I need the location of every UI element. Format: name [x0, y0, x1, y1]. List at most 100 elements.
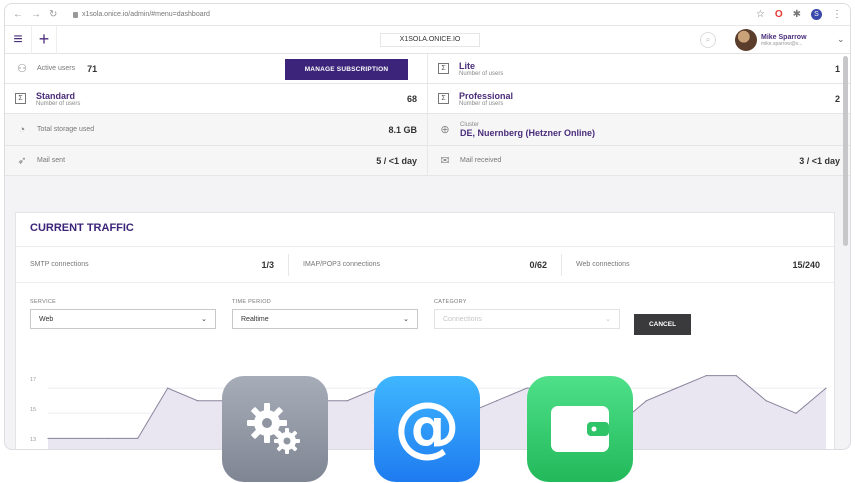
clock-icon: ◔ — [18, 123, 26, 136]
web-value: 15/240 — [792, 259, 820, 270]
smtp-label: SMTP connections — [30, 261, 89, 268]
gears-icon — [247, 403, 300, 454]
wallet-icon — [551, 406, 609, 452]
scrollbar[interactable] — [843, 56, 848, 246]
user-name: Mike Sparrow — [761, 33, 807, 41]
browser-toolbar: ← → ↻ x1sola.onice.io/admin/#menu=dashbo… — [5, 4, 850, 26]
data-point — [137, 437, 139, 440]
data-point — [735, 374, 737, 377]
manage-subscription-button[interactable]: MANAGE SUBSCRIPTION — [285, 59, 408, 80]
user-email: mike.sparrow@x... — [761, 40, 803, 47]
standard-value: 68 — [406, 93, 417, 104]
data-point — [795, 412, 797, 414]
period-label: TIME PERIOD — [232, 299, 272, 305]
y-tick: 17 — [30, 377, 37, 383]
profile-icon[interactable]: S — [811, 9, 822, 20]
y-tick: 13 — [30, 437, 37, 443]
user-menu[interactable]: Mike Sparrow mike.sparrow@x... — [735, 29, 807, 51]
mail-received-label: Mail received — [460, 157, 502, 164]
traffic-title: CURRENT TRAFFIC — [16, 213, 834, 247]
add-icon[interactable]: + — [31, 25, 57, 54]
data-point — [197, 400, 199, 402]
stats-row: ⚇ Active users 71 MANAGE SUBSCRIPTION Σ … — [5, 54, 850, 84]
data-point — [167, 387, 169, 389]
domain-selector[interactable]: X1SOLA.ONICE.IO — [380, 33, 480, 47]
mail-received-cell: ✉ Mail received 3 / <1 day — [427, 146, 850, 175]
lite-value: 1 — [834, 63, 840, 74]
data-point — [645, 400, 648, 402]
stats-panel: ⚇ Active users 71 MANAGE SUBSCRIPTION Σ … — [5, 54, 850, 176]
forward-icon[interactable]: → — [31, 9, 41, 20]
app-header: ≡ + X1SOLA.ONICE.IO ⌕ Mike Sparrow mike.… — [5, 25, 850, 54]
lock-icon — [73, 11, 78, 18]
data-point — [107, 437, 109, 440]
settings-app[interactable] — [222, 376, 328, 482]
chevron-down-icon: ⌄ — [201, 316, 207, 323]
active-users-value: 71 — [87, 63, 98, 74]
globe-icon: ⊕ — [440, 123, 450, 136]
storage-label: Total storage used — [37, 126, 95, 133]
cluster-value: DE, Nuernberg (Hetzner Online) — [460, 127, 596, 138]
cluster-cell: ⊕ Cluster DE, Nuernberg (Hetzner Online) — [427, 114, 850, 145]
smtp-value: 1/3 — [261, 259, 274, 270]
license-icon: Σ — [438, 63, 449, 74]
y-tick: 15 — [30, 407, 37, 413]
avatar[interactable] — [735, 29, 757, 51]
url-text: x1sola.onice.io/admin/#menu=dashboard — [82, 11, 210, 18]
data-point — [825, 387, 827, 389]
reload-icon[interactable]: ↻ — [49, 9, 57, 20]
opera-extension-icon[interactable]: O — [775, 9, 783, 20]
category-select[interactable]: Connections ⌄ — [434, 309, 620, 329]
mail-received-value: 3 / <1 day — [799, 155, 840, 166]
mail-app[interactable]: @ — [374, 376, 480, 482]
imap-label: IMAP/POP3 connections — [303, 261, 381, 268]
storage-value: 8.1 GB — [388, 124, 417, 135]
chevron-down-icon: ⌄ — [403, 316, 409, 323]
cancel-button[interactable]: CANCEL — [634, 314, 691, 335]
service-filter: SERVICE Web ⌄ — [30, 299, 216, 329]
service-label: SERVICE — [30, 299, 57, 305]
stats-row: ◔ Total storage used 8.1 GB ⊕ Cluster DE… — [5, 114, 850, 146]
data-point — [47, 437, 49, 440]
period-filter: TIME PERIOD Realtime ⌄ — [232, 299, 418, 329]
category-filter: CATEGORY Connections ⌄ — [434, 299, 620, 329]
back-icon[interactable]: ← — [13, 9, 23, 20]
license-icon: Σ — [15, 93, 26, 104]
professional-title: Professional — [459, 90, 514, 101]
chevron-down-icon[interactable]: ⌄ — [837, 34, 845, 45]
web-connections: Web connections 15/240 — [561, 253, 834, 276]
data-point — [77, 437, 79, 440]
address-bar[interactable]: x1sola.onice.io/admin/#menu=dashboard — [73, 11, 756, 18]
hamburger-icon[interactable]: ≡ — [5, 31, 31, 49]
professional-cell: Σ Professional Number of users 2 — [427, 84, 850, 113]
more-icon[interactable]: ⋮ — [832, 9, 842, 20]
wallet-app[interactable] — [527, 376, 633, 482]
period-select[interactable]: Realtime ⌄ — [232, 309, 418, 329]
paper-plane-icon: ➶ — [17, 154, 27, 167]
stats-row: ➶ Mail sent 5 / <1 day ✉ Mail received 3… — [5, 146, 850, 176]
data-point — [346, 400, 348, 402]
chevron-down-icon: ⌄ — [605, 316, 611, 323]
data-point — [675, 387, 677, 389]
imap-value: 0/62 — [529, 259, 547, 270]
active-users-cell: ⚇ Active users 71 MANAGE SUBSCRIPTION — [5, 54, 427, 83]
puzzle-icon[interactable]: ✱ — [793, 9, 801, 20]
smtp-connections: SMTP connections 1/3 — [16, 260, 288, 270]
web-label: Web connections — [576, 261, 630, 268]
service-value: Web — [39, 315, 54, 323]
browser-nav: ← → ↻ — [13, 9, 73, 20]
data-point — [496, 400, 498, 402]
at-sign-icon: @ — [394, 387, 460, 465]
storage-cell: ◔ Total storage used 8.1 GB — [5, 114, 427, 145]
professional-sub: Number of users — [459, 100, 504, 107]
search-icon[interactable]: ⌕ — [700, 32, 716, 48]
license-icon: Σ — [438, 93, 449, 104]
bookmark-star-icon[interactable]: ☆ — [756, 9, 765, 20]
standard-cell: Σ Standard Number of users 68 — [5, 84, 427, 113]
service-select[interactable]: Web ⌄ — [30, 309, 216, 329]
users-icon: ⚇ — [17, 62, 27, 75]
mail-sent-cell: ➶ Mail sent 5 / <1 day — [5, 146, 427, 175]
mail-sent-label: Mail sent — [37, 157, 66, 164]
data-point — [526, 387, 528, 389]
stats-row: Σ Standard Number of users 68 Σ Professi… — [5, 84, 850, 114]
